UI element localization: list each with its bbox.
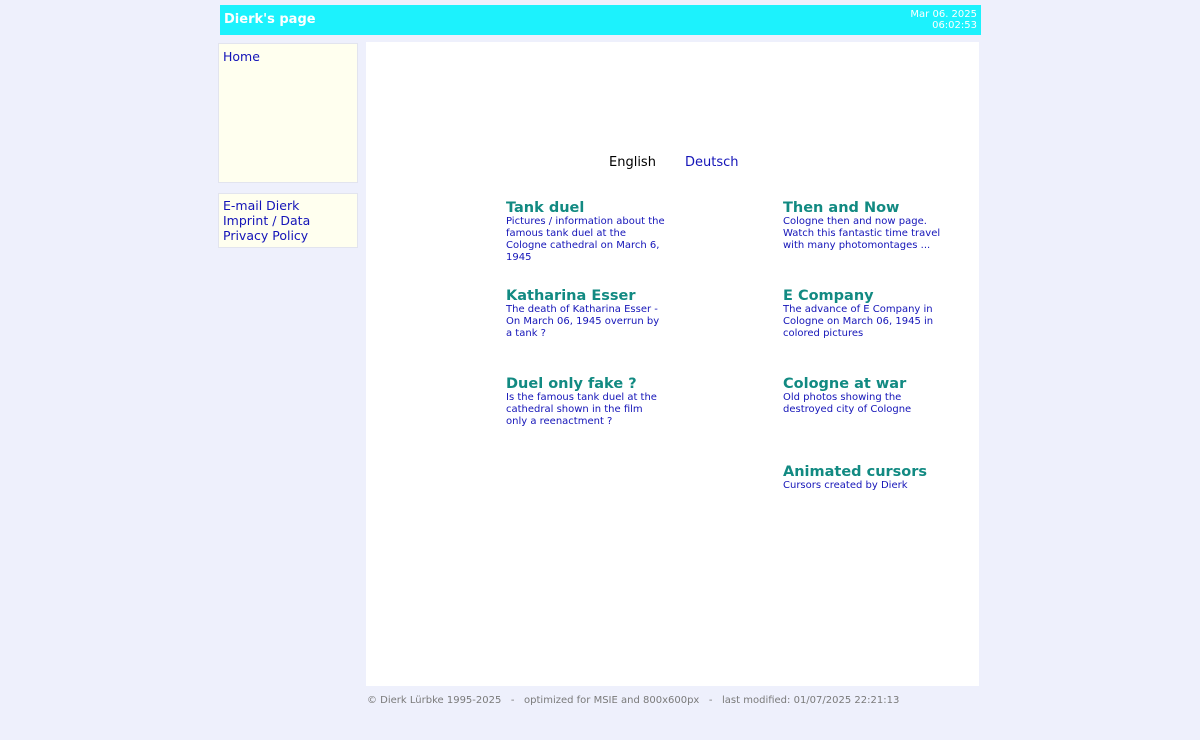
entry-description[interactable]: Pictures / information about the famous …	[506, 216, 666, 264]
entry-description[interactable]: Cursors created by Dierk	[783, 480, 943, 492]
entry-description[interactable]: Cologne then and now page. Watch this fa…	[783, 216, 943, 252]
navigation-panel: Home	[218, 43, 358, 183]
privacy-policy-link[interactable]: Privacy Policy	[223, 228, 357, 243]
language-english: English	[609, 155, 656, 170]
entry-katharina-esser: Katharina Esser The death of Katharina E…	[506, 288, 666, 340]
page-footer: © Dierk Lürbke 1995-2025 - optimized for…	[367, 695, 900, 706]
entry-title-link[interactable]: Then and Now	[783, 200, 943, 216]
date-time-display: Mar 06. 2025 06:02:53	[910, 9, 977, 31]
main-content: English Deutsch Tank duel Pictures / inf…	[366, 42, 979, 686]
entry-title-link[interactable]: Tank duel	[506, 200, 666, 216]
entry-description[interactable]: Is the famous tank duel at the cathedral…	[506, 392, 666, 428]
entry-title-link[interactable]: Animated cursors	[783, 464, 943, 480]
entry-title-link[interactable]: Katharina Esser	[506, 288, 666, 304]
entry-title-link[interactable]: Duel only fake ?	[506, 376, 666, 392]
language-deutsch-link[interactable]: Deutsch	[685, 155, 739, 170]
entry-cologne-at-war: Cologne at war Old photos showing the de…	[783, 376, 943, 416]
current-time: 06:02:53	[932, 20, 977, 31]
entry-title-link[interactable]: Cologne at war	[783, 376, 943, 392]
entry-e-company: E Company The advance of E Company in Co…	[783, 288, 943, 340]
imprint-link[interactable]: Imprint / Data	[223, 213, 357, 228]
entry-description[interactable]: The death of Katharina Esser - On March …	[506, 304, 666, 340]
current-date: Mar 06. 2025	[910, 9, 977, 20]
entry-duel-only-fake: Duel only fake ? Is the famous tank duel…	[506, 376, 666, 428]
entry-description[interactable]: The advance of E Company in Cologne on M…	[783, 304, 943, 340]
entry-animated-cursors: Animated cursors Cursors created by Dier…	[783, 464, 943, 492]
contact-links-panel: E-mail Dierk Imprint / Data Privacy Poli…	[218, 193, 358, 248]
entry-tank-duel: Tank duel Pictures / information about t…	[506, 200, 666, 264]
entry-title-link[interactable]: E Company	[783, 288, 943, 304]
site-title: Dierk's page	[224, 12, 316, 27]
email-link[interactable]: E-mail Dierk	[223, 198, 357, 213]
site-header: Dierk's page Mar 06. 2025 06:02:53	[220, 5, 981, 35]
entry-description[interactable]: Old photos showing the destroyed city of…	[783, 392, 943, 416]
nav-home-link[interactable]: Home	[223, 49, 357, 64]
entry-then-and-now: Then and Now Cologne then and now page. …	[783, 200, 943, 252]
